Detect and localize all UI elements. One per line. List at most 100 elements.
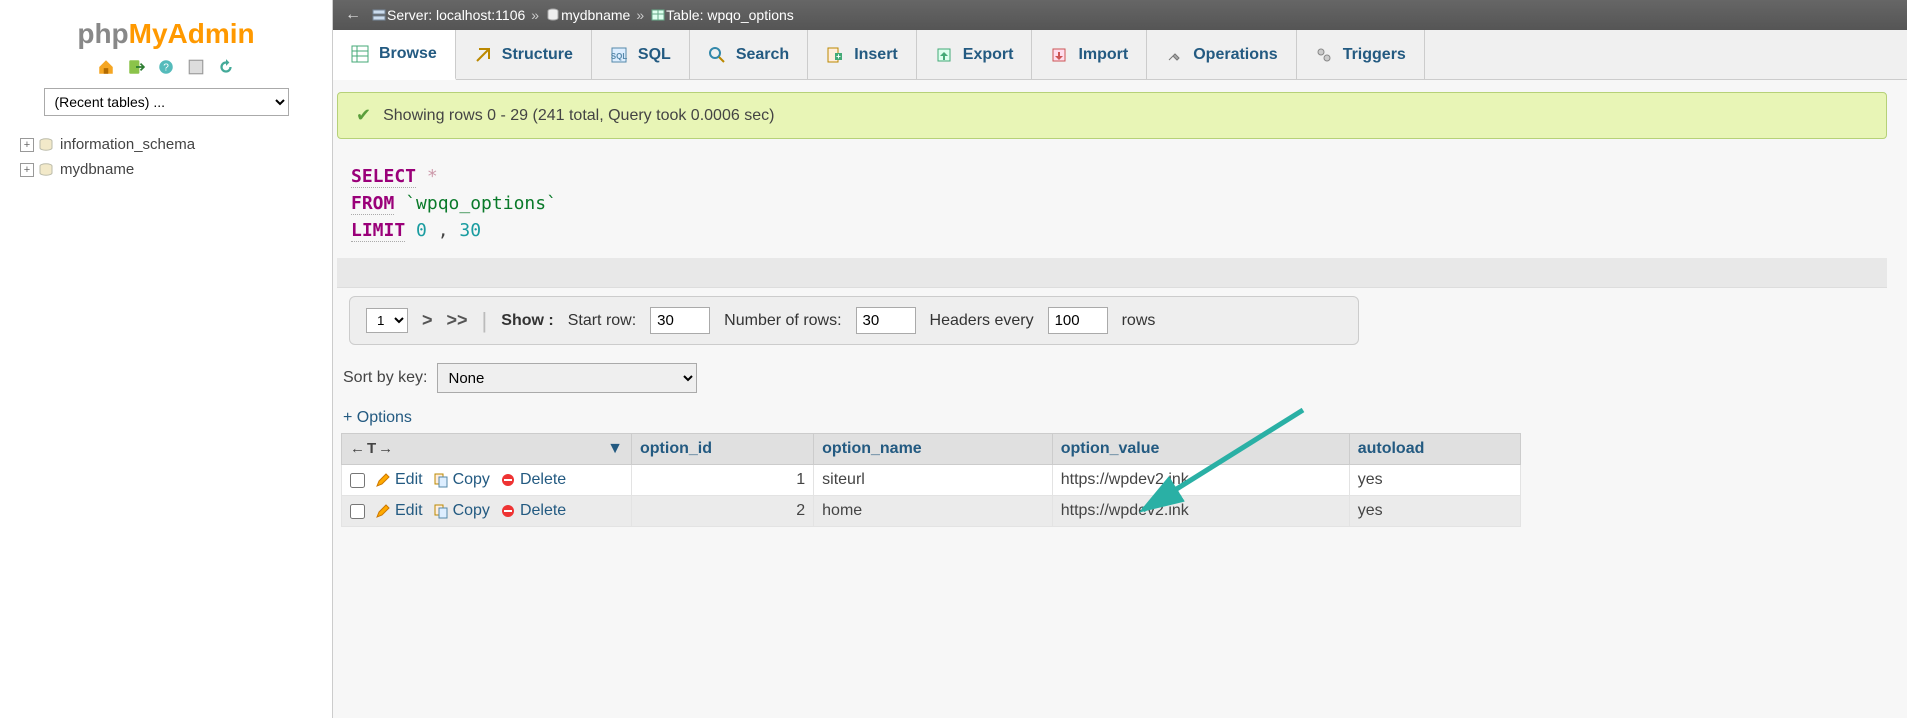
svg-text:?: ? (163, 63, 169, 74)
page-select[interactable]: 1 (366, 308, 408, 333)
expand-icon[interactable]: + (20, 163, 34, 177)
operations-icon (1165, 46, 1183, 64)
table-icon (650, 7, 666, 23)
tab-label: SQL (638, 46, 671, 64)
edit-link[interactable]: Edit (375, 502, 423, 520)
breadcrumb-db[interactable]: mydbname (561, 7, 630, 23)
export-icon (935, 46, 953, 64)
tab-export[interactable]: Export (917, 30, 1033, 79)
success-text: Showing rows 0 - 29 (241 total, Query to… (383, 107, 774, 125)
pagination-row: 1 > >> | Show : Start row: Number of row… (349, 296, 1359, 345)
th-autoload[interactable]: autoload (1349, 434, 1520, 465)
th-actions: ←T→▼ (342, 434, 632, 465)
tab-label: Import (1078, 46, 1128, 64)
start-row-input[interactable] (650, 307, 710, 334)
tab-insert[interactable]: +Insert (808, 30, 917, 79)
delete-link[interactable]: Delete (500, 471, 566, 489)
insert-icon: + (826, 46, 844, 64)
start-row-label: Start row: (568, 312, 636, 330)
cell-option-id: 2 (632, 496, 814, 527)
cell-option-name: siteurl (814, 465, 1053, 496)
cell-autoload: yes (1349, 496, 1520, 527)
logo: phpMyAdmin (20, 18, 312, 50)
quick-icons: ? (20, 58, 312, 76)
query-toolbar (337, 258, 1887, 288)
last-page-button[interactable]: >> (447, 310, 468, 331)
help-icon[interactable]: ? (157, 58, 175, 76)
breadcrumb-table[interactable]: Table: wpqo_options (666, 7, 794, 23)
import-icon (1050, 46, 1068, 64)
tabs: Browse Structure SQLSQL Search +Insert E… (333, 30, 1907, 80)
next-page-button[interactable]: > (422, 310, 433, 331)
sql-select: SELECT (351, 166, 416, 188)
sql-query-display: SELECT * FROM `wpqo_options` LIMIT 0 , 3… (337, 157, 1903, 258)
back-arrow-icon[interactable]: ← (345, 6, 371, 24)
tab-import[interactable]: Import (1032, 30, 1147, 79)
tab-label: Browse (379, 45, 437, 63)
tab-label: Search (736, 46, 789, 64)
num-rows-input[interactable] (856, 307, 916, 334)
sql-icon[interactable] (187, 58, 205, 76)
home-icon[interactable] (97, 58, 115, 76)
tab-search[interactable]: Search (690, 30, 808, 79)
col-tools[interactable]: ←T→ (350, 440, 395, 457)
check-icon: ✔ (356, 105, 371, 126)
results-table: ←T→▼ option_id option_name option_value … (341, 433, 1521, 527)
sql-table: `wpqo_options` (405, 193, 557, 214)
search-icon (708, 46, 726, 64)
delete-link[interactable]: Delete (500, 502, 566, 520)
num-rows-label: Number of rows: (724, 312, 841, 330)
reload-icon[interactable] (217, 58, 235, 76)
content: ✔ Showing rows 0 - 29 (241 total, Query … (333, 80, 1907, 527)
tab-label: Operations (1193, 46, 1277, 64)
database-icon (545, 7, 561, 23)
success-message: ✔ Showing rows 0 - 29 (241 total, Query … (337, 92, 1887, 139)
breadcrumb-server[interactable]: Server: localhost:1106 (387, 7, 525, 23)
breadcrumb-sep: » (531, 7, 539, 23)
copy-icon (433, 472, 449, 488)
tab-operations[interactable]: Operations (1147, 30, 1296, 79)
th-option-id[interactable]: option_id (632, 434, 814, 465)
tab-label: Export (963, 46, 1014, 64)
copy-icon (433, 503, 449, 519)
tab-browse[interactable]: Browse (333, 30, 456, 80)
show-label: Show : (501, 312, 553, 330)
breadcrumb-bar: ← Server: localhost:1106 » mydbname » Ta… (333, 0, 1907, 30)
tree-item-information-schema[interactable]: + information_schema (20, 132, 312, 157)
delete-icon (500, 472, 516, 488)
headers-input[interactable] (1048, 307, 1108, 334)
tab-triggers[interactable]: Triggers (1297, 30, 1425, 79)
sort-row: Sort by key: None (337, 357, 1903, 407)
tab-sql[interactable]: SQLSQL (592, 30, 690, 79)
logo-part2: MyAdmin (129, 18, 255, 49)
cell-option-value: https://wpdev2.ink (1052, 465, 1349, 496)
sidebar: phpMyAdmin ? (Recent tables) ... + infor… (0, 0, 333, 718)
cell-option-id: 1 (632, 465, 814, 496)
tab-label: Triggers (1343, 46, 1406, 64)
database-icon (38, 163, 54, 177)
database-icon (38, 138, 54, 152)
browse-icon (351, 45, 369, 63)
sort-select[interactable]: None (437, 363, 697, 393)
expand-icon[interactable]: + (20, 138, 34, 152)
tab-label: Structure (502, 46, 573, 64)
th-option-name[interactable]: option_name (814, 434, 1053, 465)
cell-option-value: https://wpdev2.ink (1052, 496, 1349, 527)
tree-item-label: mydbname (60, 161, 134, 178)
row-checkbox[interactable] (350, 504, 365, 519)
edit-link[interactable]: Edit (375, 471, 423, 489)
main: ← Server: localhost:1106 » mydbname » Ta… (333, 0, 1907, 718)
logout-icon[interactable] (127, 58, 145, 76)
cell-autoload: yes (1349, 465, 1520, 496)
options-toggle[interactable]: + Options (337, 407, 1903, 433)
copy-link[interactable]: Copy (433, 471, 490, 489)
recent-tables-select[interactable]: (Recent tables) ... (44, 88, 289, 116)
rows-suffix: rows (1122, 312, 1156, 330)
row-checkbox[interactable] (350, 473, 365, 488)
tree-item-mydbname[interactable]: + mydbname (20, 157, 312, 182)
copy-link[interactable]: Copy (433, 502, 490, 520)
tab-structure[interactable]: Structure (456, 30, 592, 79)
logo-part1: php (77, 18, 128, 49)
breadcrumb-sep: » (636, 7, 644, 23)
th-option-value[interactable]: option_value (1052, 434, 1349, 465)
